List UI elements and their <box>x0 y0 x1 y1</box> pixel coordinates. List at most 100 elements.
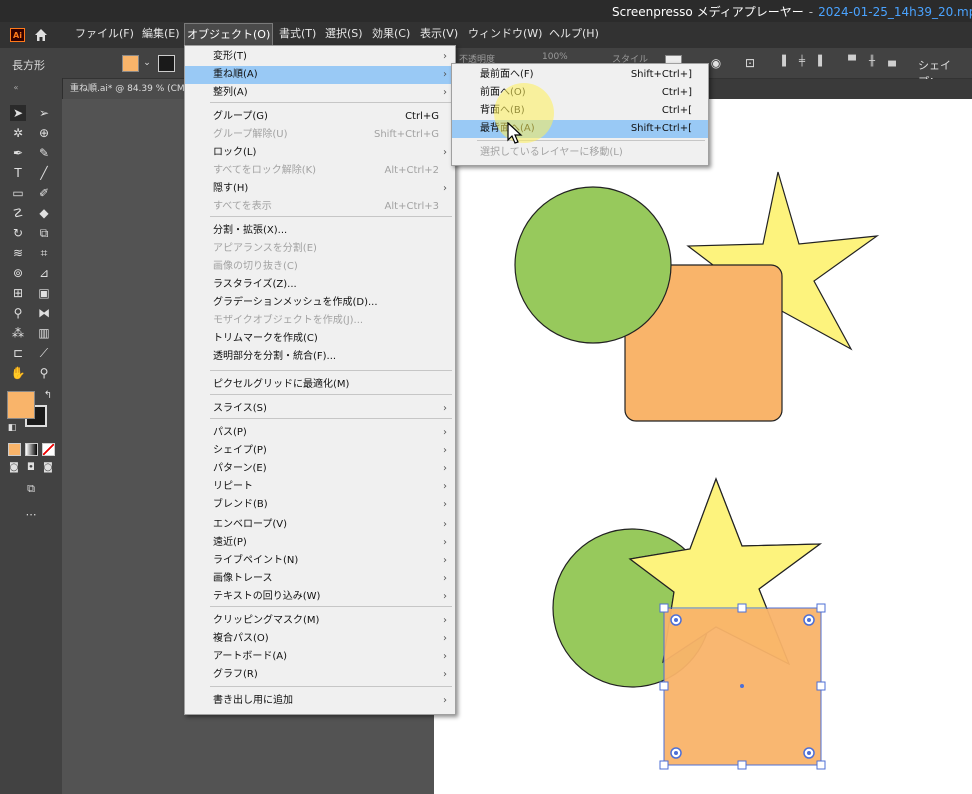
artboard-tool-icon[interactable]: ⊏ <box>10 345 26 361</box>
menu-window[interactable]: ウィンドウ(W) <box>466 22 544 46</box>
object-menu-item[interactable]: 整列(A) › <box>185 84 455 102</box>
object-menu-item[interactable]: エンベロープ(V) › <box>185 516 455 534</box>
align-middle-icon[interactable]: ╫ <box>866 56 878 68</box>
menu-effect[interactable]: 効果(C) <box>370 22 412 46</box>
object-menu-item[interactable]: トリムマークを作成(C) <box>185 330 455 348</box>
object-menu-item[interactable]: シェイプ(P) › <box>185 442 455 460</box>
slice-tool-icon[interactable]: ⟋ <box>36 345 52 361</box>
draw-normal-icon[interactable]: ◙ <box>6 460 22 476</box>
align-center-icon[interactable]: ╪ <box>796 56 808 68</box>
more-tools-icon[interactable]: ⋯ <box>23 507 39 523</box>
stroke-swatch[interactable] <box>158 55 175 72</box>
menu-select[interactable]: 選択(S) <box>323 22 365 46</box>
arrange-submenu-item[interactable]: 背面へ(B)Ctrl+[ <box>452 102 708 120</box>
gradient-mode-icon[interactable] <box>25 443 38 456</box>
menu-view[interactable]: 表示(V) <box>418 22 460 46</box>
object-menu-item[interactable]: 分割・拡張(X)... <box>185 222 455 240</box>
line-tool-icon[interactable]: ╱ <box>36 165 52 181</box>
object-menu-item[interactable]: パス(P) › <box>185 424 455 442</box>
align-bottom-icon[interactable]: ▄ <box>886 56 898 68</box>
object-menu-item[interactable]: グラデーションメッシュを作成(D)... <box>185 294 455 312</box>
menu-object[interactable]: オブジェクト(O) <box>184 23 274 47</box>
symbol-sprayer-tool-icon[interactable]: ⁂ <box>10 325 26 341</box>
rectangle-tool-icon[interactable]: ▭ <box>10 185 26 201</box>
menu-edit[interactable]: 編集(E) <box>140 22 182 46</box>
fill-dropdown-chevron-icon[interactable]: ⌄ <box>139 55 155 71</box>
object-menu-item[interactable]: パターン(E) › <box>185 460 455 478</box>
object-menu-item[interactable]: 書き出し用に追加 › <box>185 692 455 710</box>
object-menu-item[interactable]: 複合パス(O) › <box>185 630 455 648</box>
paintbrush-tool-icon[interactable]: ✐ <box>36 185 52 201</box>
globe-icon[interactable]: ◉ <box>708 55 724 71</box>
scale-tool-icon[interactable]: ⧉ <box>36 225 52 241</box>
draw-behind-icon[interactable]: ◘ <box>23 460 39 476</box>
object-menu-item[interactable]: ラスタライズ(Z)... <box>185 276 455 294</box>
fill-color-box[interactable] <box>7 391 35 419</box>
arrange-submenu-item: 選択しているレイヤーに移動(L) <box>452 144 708 162</box>
arrange-submenu-item[interactable]: 最前面へ(F) Shift+Ctrl+] <box>452 66 708 84</box>
shape-type-label: 長方形 <box>12 59 45 72</box>
object-menu-item[interactable]: 重ね順(A) › <box>185 66 455 84</box>
object-menu-item[interactable]: 変形(T) › <box>185 48 455 66</box>
eraser-tool-icon[interactable]: ◆ <box>36 205 52 221</box>
perspective-grid-tool-icon[interactable]: ⊿ <box>36 265 52 281</box>
menu-file[interactable]: ファイル(F) <box>73 22 136 46</box>
fill-swatch[interactable] <box>122 55 139 72</box>
color-mode-icon[interactable] <box>8 443 21 456</box>
blend-tool-icon[interactable]: ⧓ <box>36 305 52 321</box>
arrange-submenu-item[interactable]: 前面へ(O)Ctrl+] <box>452 84 708 102</box>
none-mode-icon[interactable] <box>42 443 55 456</box>
object-menu-item[interactable]: ライブペイント(N) › <box>185 552 455 570</box>
object-menu-item[interactable]: 遠近(P) › <box>185 534 455 552</box>
object-menu-item[interactable]: ブレンド(B) › <box>185 496 455 514</box>
arrange-submenu-item[interactable]: 最背面へ(A)Shift+Ctrl+[ <box>452 120 708 138</box>
selection-tool-icon[interactable]: ➤ <box>10 105 26 121</box>
document-tab[interactable]: 重ね順.ai* @ 84.39 % (CMYK <box>62 79 186 99</box>
object-menu-item[interactable]: ピクセルグリッドに最適化(M) <box>185 376 455 394</box>
swap-colors-icon[interactable]: ↰ <box>40 388 56 404</box>
object-menu-item[interactable]: アートボード(A) › <box>185 648 455 666</box>
zoom-tool-icon[interactable]: ⚲ <box>36 365 52 381</box>
collapse-panel-icon[interactable]: « <box>8 80 24 96</box>
draw-inside-icon[interactable]: ◙ <box>40 460 56 476</box>
mesh-tool-icon[interactable]: ⊞ <box>10 285 26 301</box>
transform-icon[interactable]: ⊡ <box>742 55 758 71</box>
align-left-icon[interactable]: ▐ <box>776 56 788 68</box>
menu-type[interactable]: 書式(T) <box>277 22 318 46</box>
cursor-highlight <box>494 83 554 143</box>
eyedropper-tool-icon[interactable]: ⚲ <box>10 305 26 321</box>
submenu-chevron-icon: › <box>443 669 447 680</box>
pen-tool-icon[interactable]: ✒ <box>10 145 26 161</box>
circle-top[interactable] <box>514 186 672 344</box>
object-menu-item[interactable]: リピート › <box>185 478 455 496</box>
home-icon[interactable] <box>33 27 49 43</box>
object-menu-item[interactable]: ロック(L) › <box>185 144 455 162</box>
object-menu-item[interactable]: 透明部分を分割・統合(F)... <box>185 348 455 366</box>
object-menu-item[interactable]: グループ(G) Ctrl+G <box>185 108 455 126</box>
rotate-tool-icon[interactable]: ↻ <box>10 225 26 241</box>
object-menu-item[interactable]: グラフ(R) › <box>185 666 455 684</box>
warp-tool-icon[interactable]: ≋ <box>10 245 26 261</box>
graph-tool-icon[interactable]: ▥ <box>36 325 52 341</box>
hand-tool-icon[interactable]: ✋ <box>10 365 26 381</box>
screen-mode-icon[interactable]: ⧉ <box>23 481 39 497</box>
shaper-tool-icon[interactable]: ☡ <box>10 205 26 221</box>
menu-help[interactable]: ヘルプ(H) <box>547 22 601 46</box>
type-tool-icon[interactable]: T <box>10 165 26 181</box>
object-menu-item[interactable]: テキストの回り込み(W) › <box>185 588 455 606</box>
default-colors-icon[interactable]: ◧ <box>4 420 20 436</box>
magic-wand-tool-icon[interactable]: ✲ <box>10 125 26 141</box>
lasso-tool-icon[interactable]: ⊕ <box>36 125 52 141</box>
object-menu-item[interactable]: スライス(S) › <box>185 400 455 418</box>
shape-builder-tool-icon[interactable]: ⊚ <box>10 265 26 281</box>
direct-selection-tool-icon[interactable]: ➢ <box>36 105 52 121</box>
curvature-tool-icon[interactable]: ✎ <box>36 145 52 161</box>
object-menu-item[interactable]: 画像トレース › <box>185 570 455 588</box>
free-transform-tool-icon[interactable]: ⌗ <box>36 245 52 261</box>
gradient-tool-icon[interactable]: ▣ <box>36 285 52 301</box>
object-menu-item[interactable]: 隠す(H) › <box>185 180 455 198</box>
align-right-icon[interactable]: ▌ <box>816 56 828 68</box>
object-menu-item[interactable]: クリッピングマスク(M) › <box>185 612 455 630</box>
align-top-icon[interactable]: ▀ <box>846 56 858 68</box>
opacity-value[interactable]: 100% <box>542 52 568 62</box>
